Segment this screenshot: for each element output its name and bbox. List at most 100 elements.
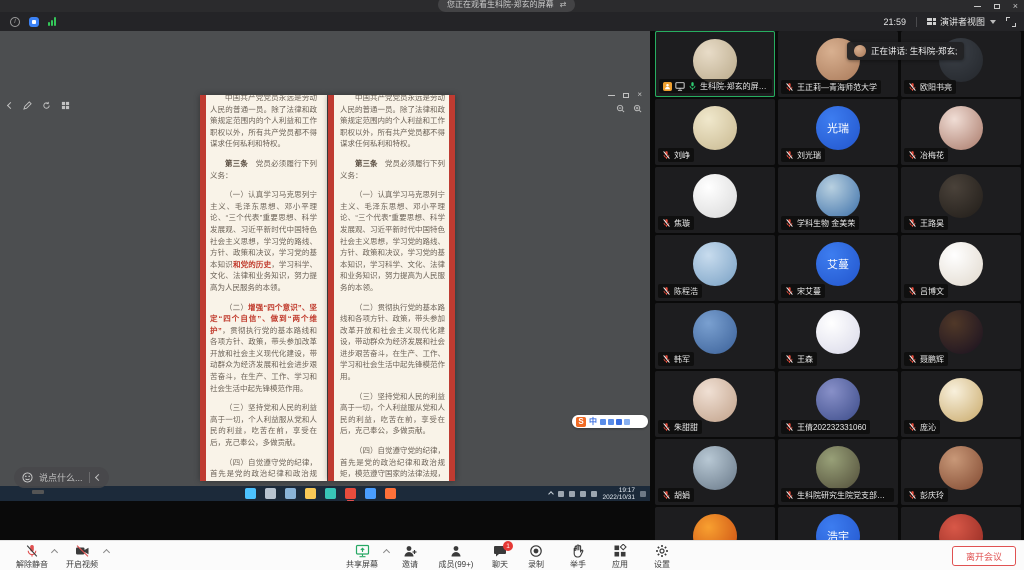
participant-tile[interactable]: 王正莉—青海师范大学 — [778, 31, 898, 97]
mic-muted-icon — [785, 422, 794, 432]
video-options-icon[interactable] — [103, 549, 110, 556]
unmute-button[interactable]: 解除静音 — [10, 544, 54, 570]
view-mode-switcher[interactable]: 演讲者视图 — [927, 15, 996, 28]
participant-tile[interactable]: 生科院研究生院党支部张润曦 — [778, 439, 898, 505]
swap-view-icon[interactable]: ⇄ — [560, 0, 567, 9]
doc-restore-icon[interactable] — [623, 93, 629, 98]
participant-tile[interactable]: 王路昊 — [901, 167, 1021, 233]
participant-avatar — [816, 174, 860, 218]
participant-tile[interactable]: 朱甜甜 — [655, 371, 775, 437]
settings-button[interactable]: 设置 — [644, 544, 680, 570]
emoji-icon[interactable] — [22, 472, 33, 483]
tray-icon[interactable] — [569, 491, 575, 497]
participant-tile[interactable]: 艾蔓宋艾蔓 — [778, 235, 898, 301]
participant-tile[interactable]: 学科生物 金美荣 — [778, 167, 898, 233]
layout-icon — [927, 18, 936, 25]
participant-tile[interactable]: 陈程浩 — [655, 235, 775, 301]
share-screen-button[interactable]: 共享屏幕 — [340, 544, 384, 570]
participant-tile[interactable]: 光瑞刘光瑞 — [778, 99, 898, 165]
apps-button[interactable]: 应用 — [602, 544, 638, 570]
participant-name: 胡娟 — [674, 490, 690, 501]
maximize-icon[interactable] — [994, 4, 1000, 9]
document-page-new-version[interactable]: 中国共产党党员永远是劳动人民的普通一员。除了法律和政策规定范围内的个人利益和工作… — [200, 95, 327, 481]
ime-tool-icon[interactable] — [600, 419, 606, 425]
participant-tile[interactable]: 胡娟 — [655, 439, 775, 505]
participant-tile[interactable]: 刘峥 — [655, 99, 775, 165]
document-paragraph: （三）坚持党和人民的利益高于一切，个人利益服从党和人民的利益，吃苦在前，享受在后… — [210, 402, 317, 448]
participant-tile[interactable]: 吕博文 — [901, 235, 1021, 301]
search-icon[interactable] — [265, 488, 276, 499]
participant-tile[interactable]: 王森 — [778, 303, 898, 369]
participant-name: 刘峥 — [674, 150, 690, 161]
chat-bubble-tab[interactable] — [32, 490, 44, 494]
doc-close-icon[interactable]: × — [637, 91, 642, 99]
refresh-icon[interactable] — [42, 101, 51, 110]
meeting-icon[interactable] — [365, 488, 376, 499]
participant-tile[interactable] — [901, 507, 1021, 540]
participant-tile[interactable]: 浩宇 — [778, 507, 898, 540]
participant-tile[interactable]: 焦璇 — [655, 167, 775, 233]
camera-off-icon — [75, 544, 90, 558]
chat-quick-input[interactable]: 说点什么... — [14, 467, 109, 488]
zoom-in-icon[interactable] — [633, 104, 642, 113]
wps-icon[interactable] — [345, 488, 356, 499]
record-button[interactable]: 录制 — [518, 544, 554, 570]
fullscreen-icon[interactable] — [1006, 17, 1016, 27]
explorer-icon[interactable] — [305, 488, 316, 499]
network-signal-icon[interactable] — [48, 17, 56, 26]
participant-name: 欧阳书亮 — [920, 82, 952, 93]
mic-muted-icon — [662, 286, 671, 296]
volume-icon[interactable] — [580, 491, 586, 497]
security-shield-icon[interactable] — [29, 17, 39, 27]
zoom-out-icon[interactable] — [616, 104, 625, 113]
participant-tile[interactable]: 彭庆玲 — [901, 439, 1021, 505]
participant-tile[interactable]: 欧阳书亮 — [901, 31, 1021, 97]
tray-expand-icon[interactable] — [549, 491, 555, 497]
participant-tile[interactable] — [655, 507, 775, 540]
ime-toolbar[interactable]: S 中 — [572, 415, 648, 428]
notifications-icon[interactable] — [640, 491, 646, 497]
participant-tile[interactable]: 生科院-郑玄的屏幕… — [655, 31, 775, 97]
participant-tile[interactable]: 庞沁 — [901, 371, 1021, 437]
doc-minimize-icon[interactable] — [608, 95, 615, 96]
firefox-icon[interactable] — [385, 488, 396, 499]
mic-muted-icon — [662, 354, 671, 364]
watching-screen-banner[interactable]: 您正在观看生科院-郑玄的屏幕 ⇄ — [438, 0, 575, 12]
invite-button[interactable]: 邀请 — [392, 544, 428, 570]
network-icon[interactable] — [591, 491, 597, 497]
participant-tile[interactable]: 聂鹏辉 — [901, 303, 1021, 369]
pen-icon[interactable] — [23, 101, 32, 110]
task-view-icon[interactable] — [285, 488, 296, 499]
edge-icon[interactable] — [325, 488, 336, 499]
sogou-logo-icon[interactable]: S — [576, 417, 586, 427]
document-paragraph: （二）增强“四个意识”、坚定“四个自信”、做到“两个维护”，贯彻执行党的基本路线… — [210, 302, 317, 395]
members-button[interactable]: 成员(99+) — [432, 544, 480, 570]
participant-name-label: 焦璇 — [658, 216, 694, 230]
document-page-old-version[interactable]: 中国共产党党员永远是劳动人民的普通一员。除了法律和政策规定范围内的个人利益和工作… — [328, 95, 455, 481]
participant-tile[interactable]: 韩军 — [655, 303, 775, 369]
chat-input-placeholder[interactable]: 说点什么... — [39, 471, 83, 484]
back-icon[interactable] — [7, 102, 14, 109]
collapse-chat-icon[interactable] — [94, 474, 101, 481]
raise-hand-button[interactable]: 举手 — [560, 544, 596, 570]
ime-tool-icon[interactable] — [616, 419, 622, 425]
ime-mode-chinese[interactable]: 中 — [589, 416, 597, 427]
chat-unread-badge: 1 — [503, 541, 513, 551]
ime-tool-icon[interactable] — [624, 419, 630, 425]
close-icon[interactable]: × — [1013, 2, 1018, 10]
chat-button[interactable]: 1 聊天 — [482, 544, 518, 570]
participant-tile[interactable]: 王倩202232331060 — [778, 371, 898, 437]
participant-name: 吕博文 — [920, 286, 944, 297]
view-options-icon[interactable] — [61, 101, 70, 110]
tray-icon[interactable] — [558, 491, 564, 497]
start-icon[interactable] — [245, 488, 256, 499]
leave-meeting-button[interactable]: 离开会议 — [952, 546, 1016, 566]
share-options-icon[interactable] — [383, 549, 390, 556]
start-video-button[interactable]: 开启视频 — [60, 544, 104, 570]
meeting-info-icon[interactable]: i — [10, 17, 20, 27]
document-paragraph: （三）坚持党和人民的利益高于一切，个人利益服从党和人民的利益，吃苦在前，享受在后… — [340, 391, 445, 437]
participant-tile[interactable]: 冶梅花 — [901, 99, 1021, 165]
taskbar-clock[interactable]: 19:17 2022/10/31 — [602, 487, 635, 501]
minimize-icon[interactable] — [974, 6, 981, 7]
ime-tool-icon[interactable] — [608, 419, 614, 425]
